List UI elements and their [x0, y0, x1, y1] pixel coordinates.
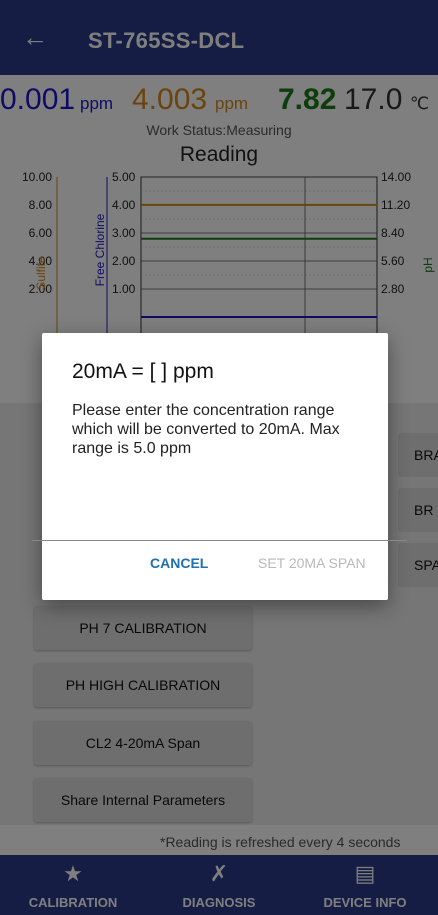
span-dialog: 20mA = [ ] ppm Please enter the concentr… — [32, 333, 407, 600]
dialog-message: Please enter the concentration range whi… — [72, 402, 340, 457]
cancel-button[interactable]: CANCEL — [150, 555, 208, 571]
dialog-title: 20mA = [ ] ppm — [72, 360, 214, 383]
set-20ma-span-button[interactable]: SET 20MA SPAN — [258, 555, 366, 571]
span-input[interactable] — [32, 507, 407, 541]
